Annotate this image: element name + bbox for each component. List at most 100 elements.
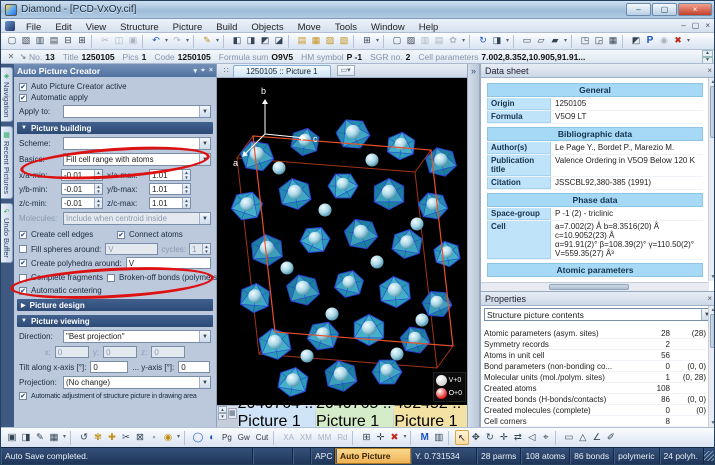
range-min-stepper[interactable]: -0.01 ▲ ▼ [61,197,103,209]
toolbar-icon[interactable]: ↻ [476,34,490,48]
legend-item[interactable]: V+0 [435,374,462,387]
toolbar-icon[interactable]: ↷ [170,34,184,48]
resize-grip[interactable] [704,451,714,461]
toolbar-icon[interactable]: ✎ [200,34,214,48]
toolbar-icon[interactable]: ▨ [323,34,337,48]
property-row[interactable]: Cell corners 8 [484,416,706,427]
datasheet-hscrollbar[interactable] [481,282,709,291]
toolbar-icon[interactable]: ▾ [374,34,381,48]
menu-item[interactable]: Help [412,22,446,33]
toolbar-icon[interactable]: P [643,34,657,48]
toolbar-icon[interactable]: ⊞ [75,34,89,48]
create-polyhedra-checkbox[interactable]: ✔ Create polyhedra around: V [19,257,211,269]
toolbar-icon[interactable]: ◧ [230,34,244,48]
legend-item[interactable]: O+0 [435,387,462,400]
toolbar-icon[interactable]: ◲ [592,34,606,48]
connect-atoms-checkbox[interactable]: ✔ Connect atoms [117,230,211,239]
toolbar-icon[interactable] [571,34,576,48]
toolbar-icon[interactable]: ✖ [671,34,685,48]
toolbar-icon[interactable] [193,34,198,48]
menu-item[interactable]: File [19,22,48,33]
minimize-button[interactable]: – [626,3,651,16]
toolbar-icon[interactable]: ◨ [490,34,504,48]
toolbar-icon[interactable] [184,430,189,445]
menu-item[interactable]: Objects [244,22,290,33]
toolbar-icon[interactable]: △ [576,430,590,445]
toolbar-icon[interactable]: ▥ [418,34,432,48]
toolbar-icon[interactable]: ◉ [161,430,175,445]
complete-fragments-checkbox[interactable]: Complete fragments [19,273,103,282]
pin-icon[interactable]: ⌖ [201,67,205,75]
toolbar-icon[interactable]: ◩ [258,34,272,48]
property-row[interactable]: Bond parameters (non-bonding co... 0 (0,… [484,361,706,372]
toolbar-icon[interactable]: ▦ [309,34,323,48]
new-picture-tab-button[interactable]: ▭▾ [336,65,355,76]
toolbar-icon[interactable]: ✂ [98,34,112,48]
toolbar-icon[interactable]: ◫ [112,34,126,48]
tab-scroll-spinner[interactable]: ▲ ▼ [218,406,227,420]
mdi-restore-icon[interactable]: ▢ [692,21,700,30]
toolbar-icon[interactable]: ✖ [387,430,401,445]
record-close-icon[interactable]: ✕ [5,52,17,61]
tilt-y-field[interactable]: 0 [178,361,211,373]
toolbar-icon[interactable]: ↶ [149,34,163,48]
side-tab[interactable]: ▦ Recent Pictures [1,126,13,200]
toolbar-icon[interactable]: ◁ [525,430,539,445]
toolbar-icon[interactable]: ▥ [432,430,446,445]
section-picture-building[interactable]: ▼ Picture building [17,122,213,134]
toolbar-icon[interactable]: ◪ [272,34,286,48]
projection-combo[interactable]: (No change) ▼ [63,376,211,389]
toolbar-icon[interactable]: ▥ [33,34,47,48]
section-picture-design[interactable]: ▶ Picture design [17,299,213,311]
close-button[interactable]: × [678,3,712,16]
property-row[interactable]: Atoms in unit cell 56 [484,350,706,361]
apc-active-checkbox[interactable]: ✔ Auto Picture Creator active [19,82,211,91]
toolbar-icon[interactable] [91,34,96,48]
menu-item[interactable]: Picture [166,22,210,33]
toolbar-icon[interactable]: ✾ [91,430,105,445]
fill-spheres-checkbox[interactable]: Fill spheres around: V cycles: 1 ▲ ▼ [19,243,211,255]
side-tab[interactable]: ◈ Navigation [1,67,13,123]
toolbar-icon[interactable]: ▣ [5,430,19,445]
toolbar-icon[interactable]: ▾ [184,34,191,48]
toolbar-icon[interactable]: Gw [235,430,253,445]
toolbar-icon[interactable]: ▧ [337,34,351,48]
toolbar-icon[interactable] [142,34,147,48]
toolbar-icon[interactable]: Rd [334,430,350,445]
toolbar-icon[interactable]: ▧ [19,34,33,48]
properties-selector[interactable]: Structure picture contents ▼ [484,308,713,321]
range-min-stepper[interactable]: -0.01 ▲ ▼ [61,183,103,195]
toolbar-icon[interactable]: ▭ [562,430,576,445]
toolbar-icon[interactable] [383,34,388,48]
record-goto-icon[interactable]: ↘ [17,52,29,61]
menu-item[interactable]: Structure [113,22,166,33]
section-picture-viewing[interactable]: ▼ Picture viewing [17,315,213,327]
toolbar-icon[interactable]: ✚ [105,430,119,445]
range-min-stepper[interactable]: -0.01 ▲ ▼ [61,169,103,181]
toolbar-icon[interactable] [223,34,228,48]
tilt-x-field[interactable]: 0 [90,361,129,373]
property-row[interactable]: Atomic parameters (asym. sites) 28 (28) [484,328,706,339]
toolbar-icon[interactable]: ✥ [469,430,483,445]
picture-tab[interactable]: 1250105 :: Picture 1 [233,64,331,77]
apply-to-combo[interactable]: ▼ [63,105,211,118]
toolbar-icon[interactable]: ▤ [47,34,61,48]
toolbar-icon[interactable]: ⇄ [511,430,525,445]
create-cell-edges-checkbox[interactable]: ✔ Create cell edges [19,230,113,239]
scheme-combo[interactable]: ▼ [63,137,211,150]
toolbar-icon[interactable]: Cut [253,430,271,445]
toolbar-icon[interactable]: ▨ [404,34,418,48]
properties-vscrollbar[interactable]: ▲ ▼ [708,306,714,427]
toolbar-icon[interactable]: ⌖ [539,430,553,445]
menu-item[interactable]: Tools [328,22,364,33]
toolbar-icon[interactable]: M [417,430,431,445]
property-row[interactable]: Symmetry records 2 [484,339,706,350]
panel-menu-icon[interactable]: ▾ [193,67,197,75]
direction-combo[interactable]: "Best projection" ▼ [63,330,211,343]
toolbar-icon[interactable]: ↺ [77,430,91,445]
menu-item[interactable]: Edit [48,22,78,33]
pane-collapse-strip[interactable]: » [467,64,480,427]
toolbar-icon[interactable]: ◐ [205,430,219,445]
toolbar-icon[interactable]: ▢ [390,34,404,48]
toolbar-icon[interactable]: ▾ [175,430,182,445]
